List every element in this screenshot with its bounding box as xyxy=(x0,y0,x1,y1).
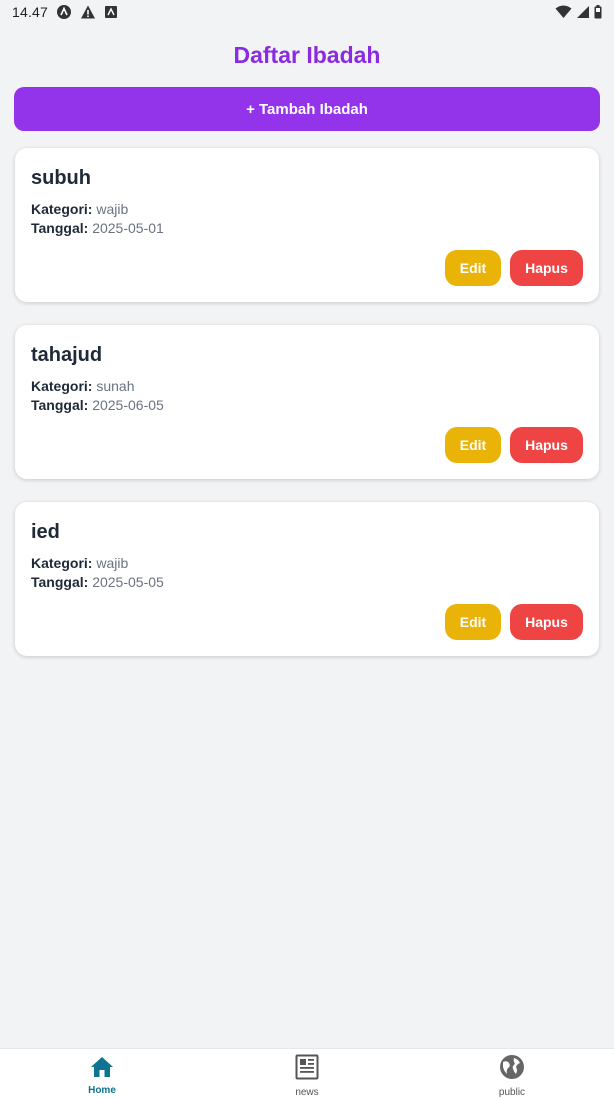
page-title: Daftar Ibadah xyxy=(233,42,381,68)
date-label: Tanggal: xyxy=(31,574,89,590)
date-label: Tanggal: xyxy=(31,397,89,413)
edit-button[interactable]: Edit xyxy=(445,427,501,463)
delete-button[interactable]: Hapus xyxy=(510,250,583,286)
ibadah-name: tahajud xyxy=(31,344,103,366)
wifi-icon xyxy=(555,5,572,19)
news-icon xyxy=(295,1054,319,1085)
nav-item-public[interactable]: public xyxy=(410,1049,614,1099)
ibadah-card: tahajud Kategori: sunah Tanggal: 2025-06… xyxy=(15,325,599,479)
date-value: 2025-05-05 xyxy=(92,574,164,590)
category-row: Kategori: sunah xyxy=(31,377,583,396)
globe-icon xyxy=(499,1054,525,1085)
category-label: Kategori: xyxy=(31,201,93,217)
app-badge-icon xyxy=(104,5,118,19)
category-label: Kategori: xyxy=(31,378,93,394)
ibadah-meta: Kategori: sunah Tanggal: 2025-06-05 xyxy=(31,377,583,415)
signal-icon xyxy=(576,5,590,19)
screen: 14.47 Daftar Ibadah + Tambah Ibadah subu… xyxy=(0,0,614,1099)
app-notification-icon xyxy=(56,4,72,20)
ibadah-list: subuh Kategori: wajib Tanggal: 2025-05-0… xyxy=(15,148,599,679)
date-row: Tanggal: 2025-05-05 xyxy=(31,573,583,592)
category-value: wajib xyxy=(96,201,129,217)
nav-label-news: news xyxy=(295,1087,319,1098)
status-right xyxy=(555,5,602,19)
category-label: Kategori: xyxy=(31,555,93,571)
ibadah-card: subuh Kategori: wajib Tanggal: 2025-05-0… xyxy=(15,148,599,302)
status-time: 14.47 xyxy=(12,4,49,20)
status-left: 14.47 xyxy=(12,4,118,20)
nav-item-news[interactable]: news xyxy=(205,1049,409,1099)
nav-item-home[interactable]: Home xyxy=(0,1049,204,1099)
home-icon xyxy=(90,1056,114,1083)
category-row: Kategori: wajib xyxy=(31,554,583,573)
nav-label-home: Home xyxy=(88,1085,116,1096)
date-value: 2025-06-05 xyxy=(92,397,164,413)
status-bar: 14.47 xyxy=(0,0,614,24)
edit-button[interactable]: Edit xyxy=(445,250,501,286)
edit-button[interactable]: Edit xyxy=(445,604,501,640)
date-value: 2025-05-01 xyxy=(92,220,164,236)
category-row: Kategori: wajib xyxy=(31,200,583,219)
date-label: Tanggal: xyxy=(31,220,89,236)
category-value: sunah xyxy=(96,378,135,394)
ibadah-meta: Kategori: wajib Tanggal: 2025-05-05 xyxy=(31,554,583,592)
add-ibadah-button[interactable]: + Tambah Ibadah xyxy=(14,87,600,131)
category-value: wajib xyxy=(96,555,129,571)
card-actions: Edit Hapus xyxy=(445,250,583,286)
warning-icon xyxy=(80,4,96,20)
ibadah-name: ied xyxy=(31,521,60,543)
delete-button[interactable]: Hapus xyxy=(510,427,583,463)
nav-label-public: public xyxy=(498,1087,526,1098)
battery-icon xyxy=(594,5,602,19)
bottom-nav: Home news public xyxy=(0,1048,614,1099)
date-row: Tanggal: 2025-05-01 xyxy=(31,219,583,238)
ibadah-name: subuh xyxy=(31,167,91,189)
ibadah-card: ied Kategori: wajib Tanggal: 2025-05-05 … xyxy=(15,502,599,656)
card-actions: Edit Hapus xyxy=(445,427,583,463)
date-row: Tanggal: 2025-06-05 xyxy=(31,396,583,415)
ibadah-meta: Kategori: wajib Tanggal: 2025-05-01 xyxy=(31,200,583,238)
card-actions: Edit Hapus xyxy=(445,604,583,640)
delete-button[interactable]: Hapus xyxy=(510,604,583,640)
